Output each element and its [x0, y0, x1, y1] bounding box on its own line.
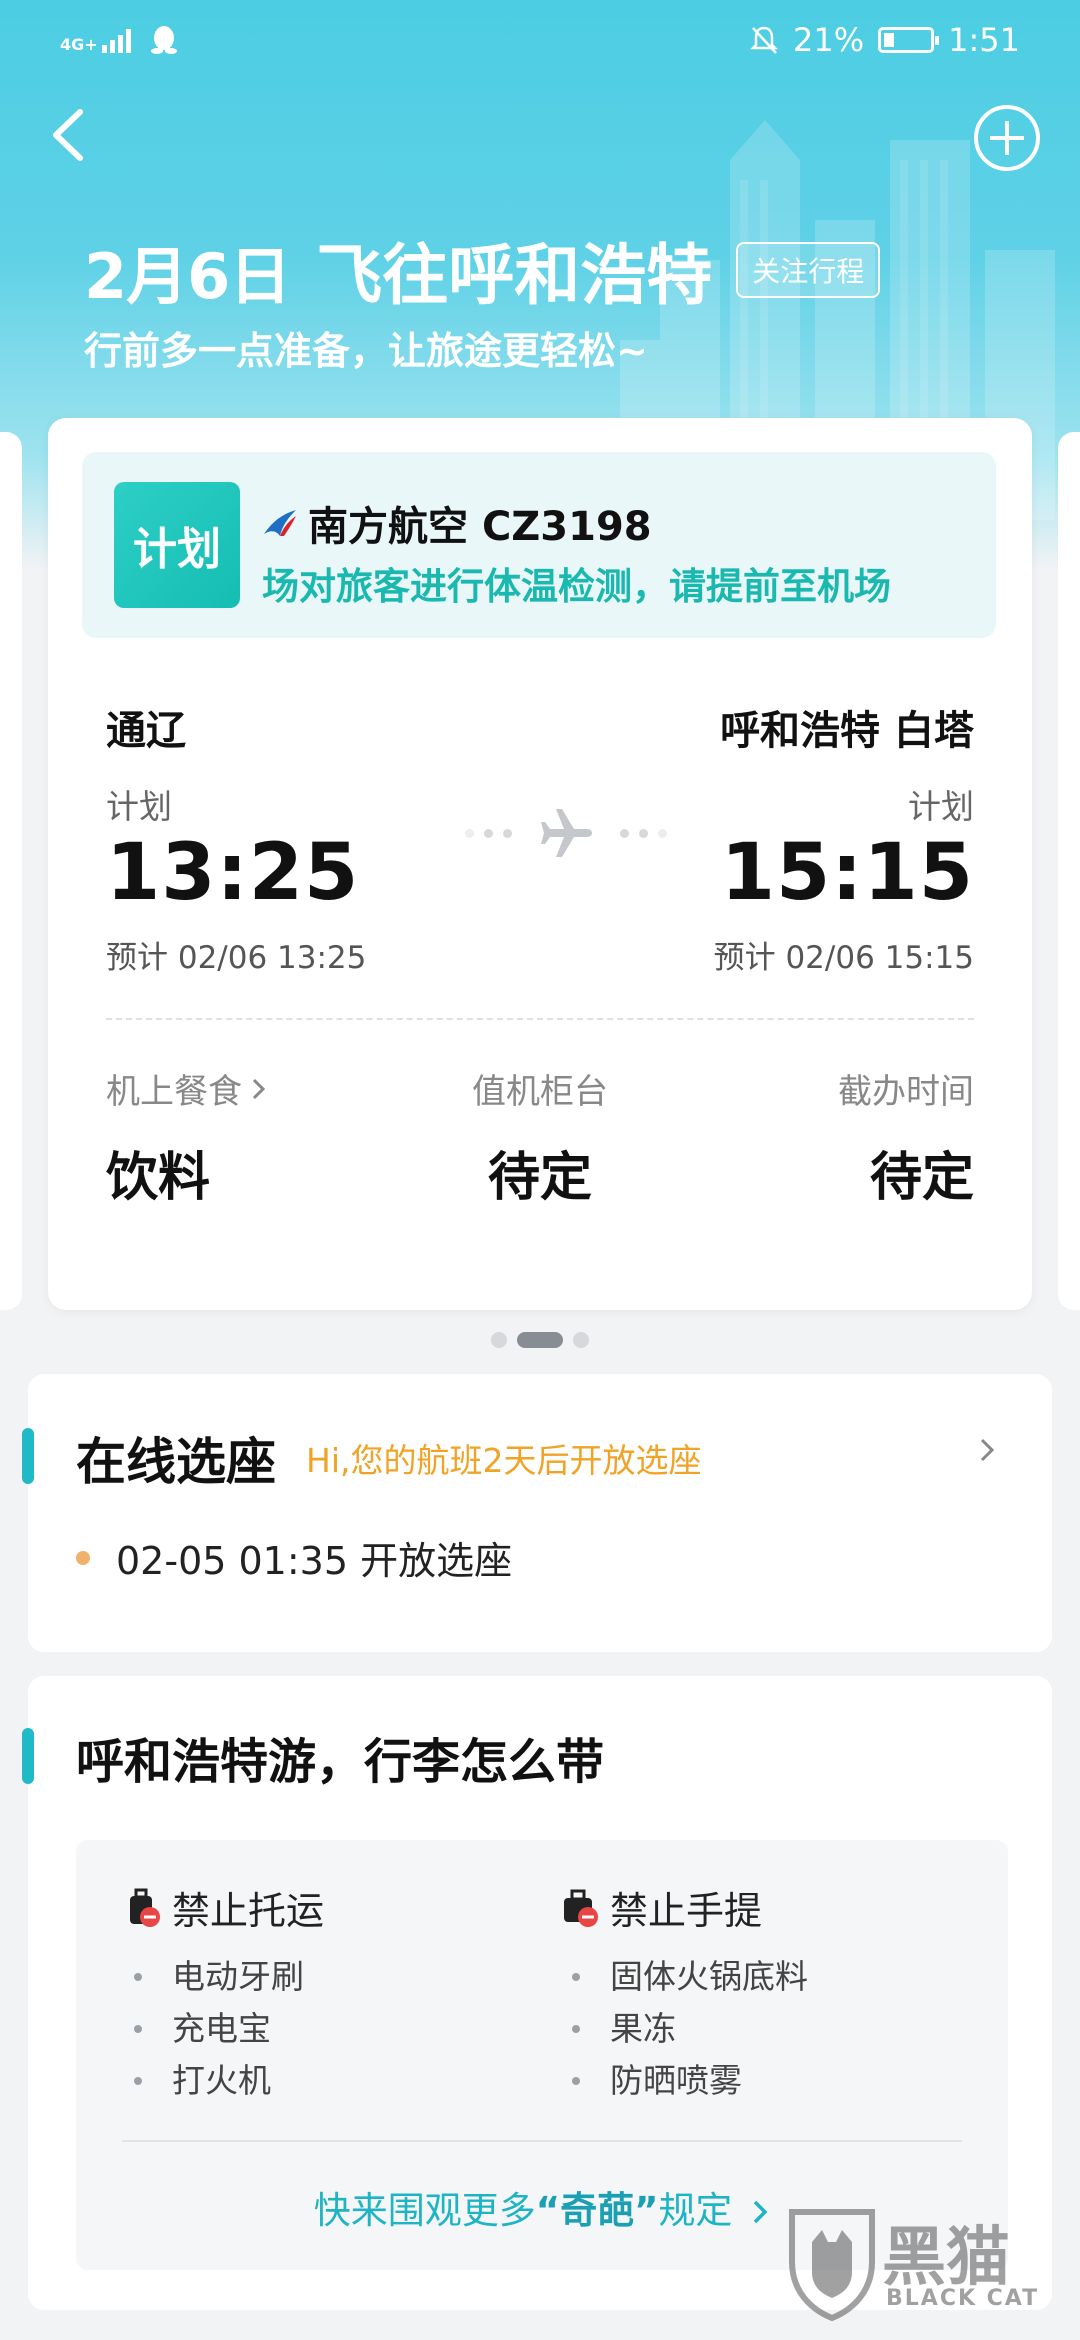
arrival-label: 计划 [908, 787, 974, 826]
seat-open-text: 02-05 01:35 开放选座 [116, 1539, 513, 1583]
flight-notice-box: 计划 南方航空 CZ3198 场对旅客进行体温检测，请提前至机场 [82, 452, 996, 638]
luggage-title: 呼和浩特游，行李怎么带 [76, 1734, 605, 1790]
rules-divider [122, 2140, 962, 2142]
list-item: 充电宝 [122, 2003, 324, 2055]
battery-percent: 21% [793, 21, 865, 59]
counter-label: 值机柜台 [472, 1072, 608, 1112]
clock: 1:51 [948, 21, 1020, 59]
chevron-right-icon[interactable] [974, 1436, 1002, 1464]
pager-dot [491, 1332, 507, 1348]
black-cat-watermark: 黑猫 BLACK CAT [782, 2202, 1062, 2322]
card-divider [106, 1018, 974, 1020]
airline-name: 南方航空 CZ3198 [308, 504, 652, 550]
checkin-cutoff-info: 截办时间 待定 [838, 1064, 974, 1210]
mute-bell-icon [749, 26, 779, 54]
next-card-peek[interactable] [1058, 432, 1080, 1310]
section-accent [22, 1428, 34, 1484]
departure-time: 13:25 [106, 828, 360, 918]
follow-trip-button[interactable]: 关注行程 [736, 242, 881, 298]
arrival-estimate: 预计 02/06 15:15 [713, 940, 974, 976]
no-checked-title: 禁止托运 [172, 1889, 325, 1933]
seat-selection-title: 在线选座 [76, 1433, 276, 1491]
seat-open-time: 02-05 01:35 开放选座 [76, 1530, 512, 1585]
seat-selection-hint: Hi,您的航班2天后开放选座 [306, 1441, 702, 1480]
trip-title: 2月6日 飞往呼和浩特 关注行程 [84, 222, 881, 318]
previous-card-peek[interactable] [0, 432, 22, 1310]
china-southern-logo-icon [264, 510, 296, 536]
list-item: 固体火锅底料 [560, 1951, 808, 2003]
bullet-dot [76, 1550, 90, 1565]
handbag-ban-icon [564, 1889, 598, 1927]
signal-icon [101, 27, 131, 53]
qq-icon [150, 26, 177, 54]
arrival-time: 15:15 [720, 828, 974, 918]
list-item: 打火机 [122, 2055, 324, 2107]
pager-dot [573, 1332, 589, 1348]
chevron-right-icon [753, 2200, 768, 2224]
cutoff-value: 待定 [869, 1148, 974, 1208]
flight-path [436, 798, 696, 868]
trip-subtitle: 行前多一点准备，让旅途更轻松~ [84, 329, 648, 373]
pager-dot-active [517, 1332, 563, 1348]
departure-label: 计划 [106, 787, 172, 826]
network-type: 4G+ [60, 35, 98, 54]
flight-card[interactable]: 计划 南方航空 CZ3198 场对旅客进行体温检测，请提前至机场 通辽 呼和浩特… [48, 418, 1032, 1310]
cat-shield-icon [789, 2209, 875, 2322]
battery-icon [878, 27, 940, 53]
trip-destination: 飞往呼和浩特 [316, 237, 713, 314]
list-item: 电动牙刷 [122, 1951, 324, 2003]
flight-notice-text: 场对旅客进行体温检测，请提前至机场 [262, 565, 891, 608]
arrival-city: 呼和浩特 白塔 [720, 708, 974, 754]
suitcase-ban-icon [130, 1888, 160, 1927]
list-item: 防晒喷雾 [560, 2055, 808, 2107]
departure-estimate: 预计 02/06 13:25 [106, 940, 367, 976]
airline-row: 南方航空 CZ3198 [262, 494, 652, 552]
add-trip-button[interactable] [974, 105, 1040, 171]
no-carry-on-column: 禁止手提 固体火锅底料 果冻 防晒喷雾 [560, 1880, 808, 2107]
trip-date: 2月6日 [84, 240, 291, 313]
section-accent [22, 1728, 34, 1784]
status-bar: 4G+ 21% 1:51 [0, 0, 1080, 80]
plane-icon [541, 809, 592, 857]
no-checked-column: 禁止托运 电动牙刷 充电宝 打火机 [122, 1880, 324, 2107]
list-item: 果冻 [560, 2003, 808, 2055]
carousel-pager [0, 1332, 1080, 1348]
back-button[interactable] [40, 100, 100, 170]
no-carry-on-title: 禁止手提 [610, 1889, 763, 1933]
cutoff-label: 截办时间 [838, 1072, 974, 1112]
seat-selection-card[interactable]: 在线选座 Hi,您的航班2天后开放选座 02-05 01:35 开放选座 [22, 1374, 1052, 1652]
departure-city: 通辽 [106, 708, 186, 754]
flight-status-badge: 计划 [114, 482, 240, 608]
